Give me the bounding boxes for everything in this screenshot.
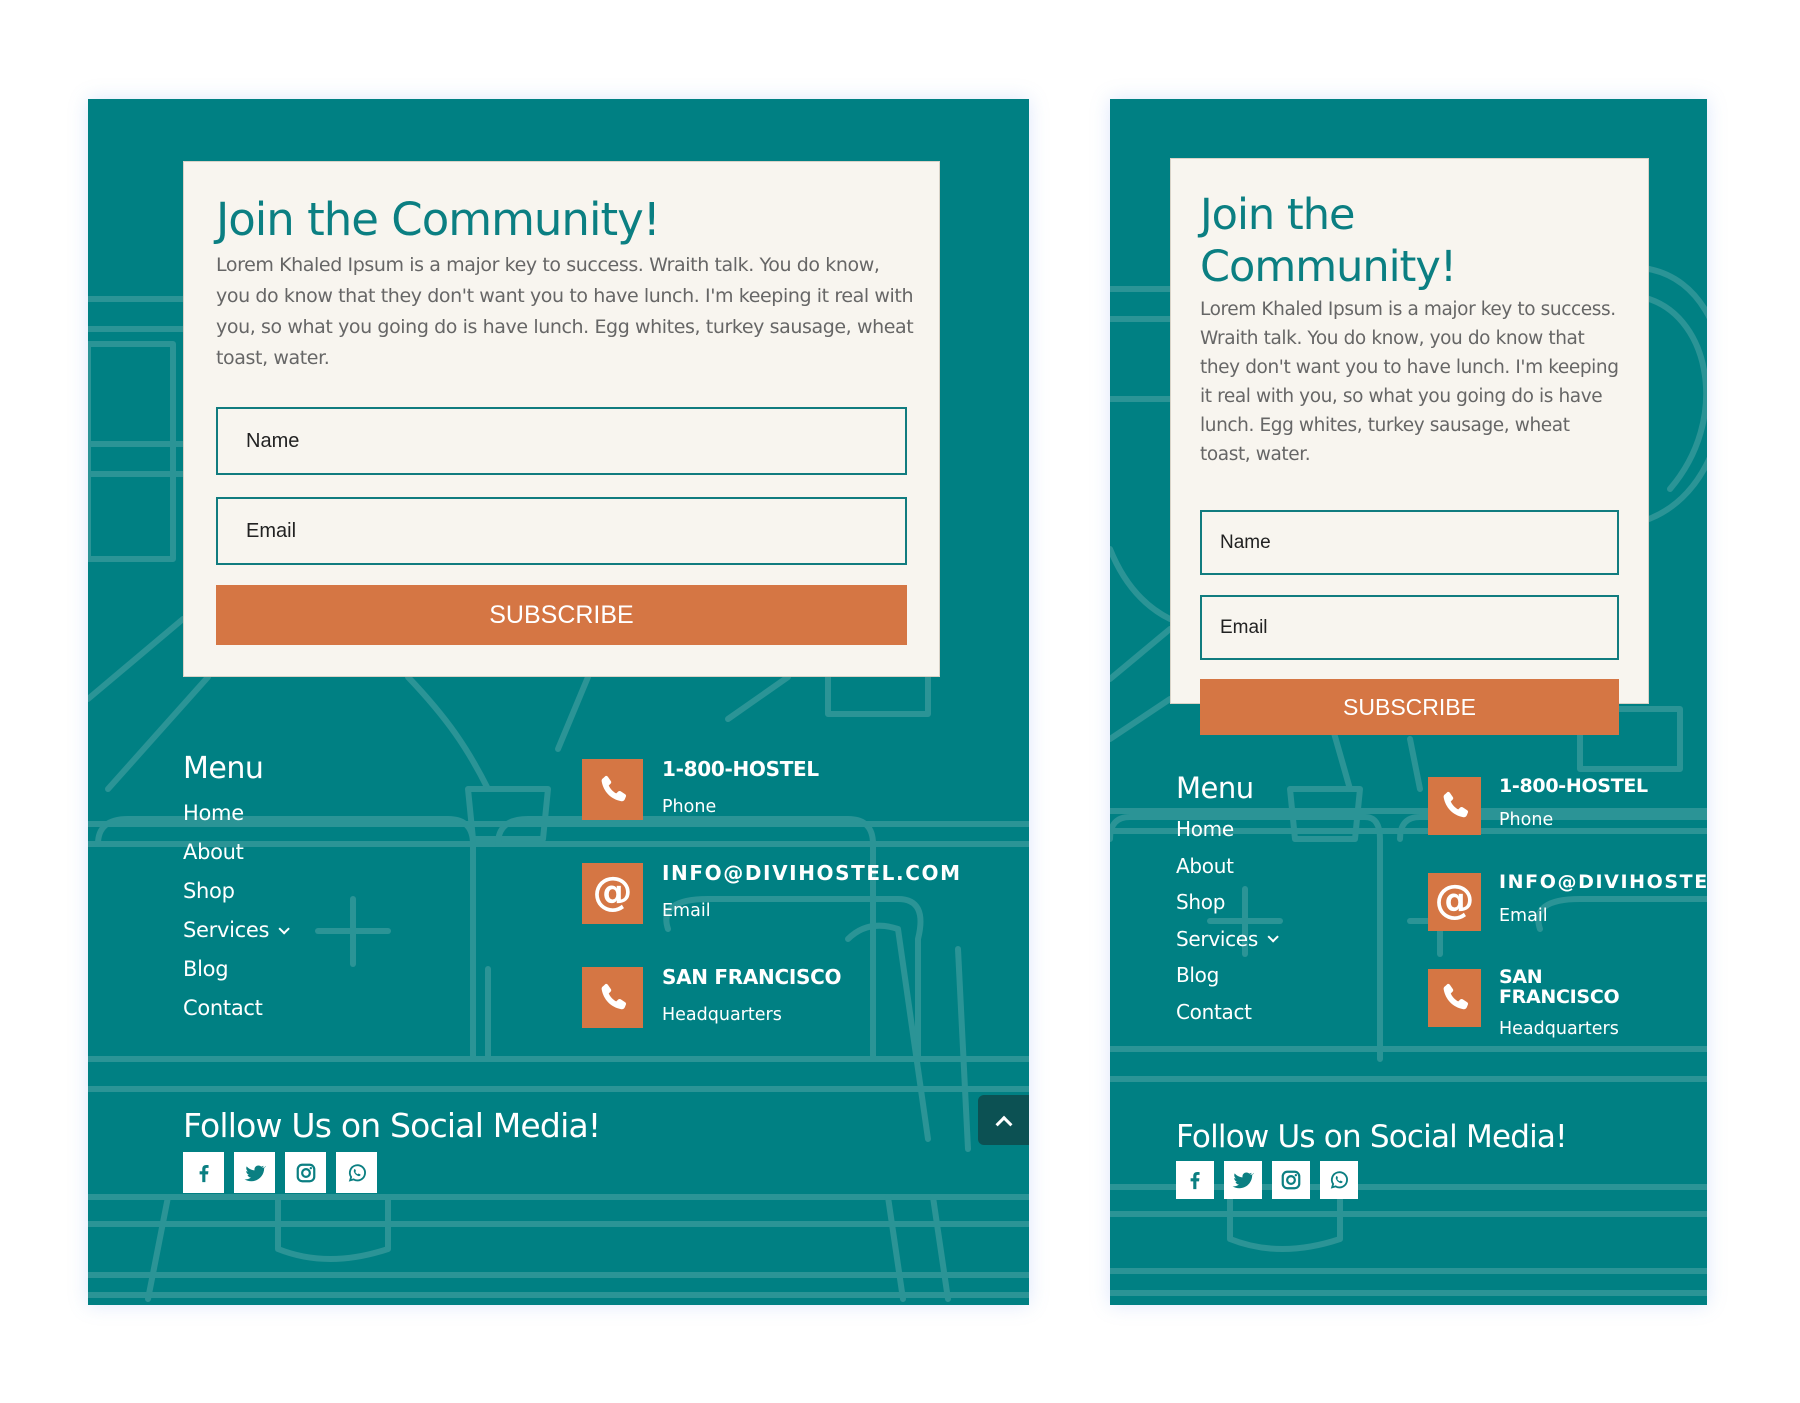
contact-title[interactable]: INFO@DIVIHOSTEL.COM [1499,871,1707,894]
menu-item-label[interactable]: Services [183,911,269,950]
menu-item-label[interactable]: Contact [1176,994,1252,1031]
menu-title: Menu [1176,771,1254,805]
contact-phone: 1-800-HOSTEL Phone [582,757,962,821]
menu-item-label[interactable]: Shop [183,872,235,911]
whatsapp-link[interactable] [336,1152,377,1193]
footer-desktop-preview: Join the Community! Lorem Khaled Ipsum i… [88,99,1029,1305]
menu-item-contact[interactable]: Contact [1176,994,1275,1031]
whatsapp-icon [348,1163,366,1182]
menu-item-label[interactable]: Home [183,794,244,833]
at-icon: @ [582,863,643,924]
menu-item-contact[interactable]: Contact [183,989,286,1028]
footer-mobile-preview: Join the Community! Lorem Khaled Ipsum i… [1110,99,1707,1305]
contact-title: SAN FRANCISCO [662,965,842,989]
contact-subtitle: Email [662,901,711,921]
contact-subtitle: Email [1499,906,1548,926]
twitter-link[interactable] [234,1152,275,1193]
phone-icon [582,759,643,820]
menu-item-services[interactable]: Services [183,911,290,950]
contact-title: 1-800-HOSTEL [662,757,819,781]
facebook-link[interactable] [183,1152,224,1193]
name-input[interactable] [216,407,907,475]
menu-item-home[interactable]: Home [1176,811,1275,848]
contact-subtitle: Headquarters [1499,1019,1619,1039]
phone-icon [582,967,643,1028]
newsletter-description: Lorem Khaled Ipsum is a major key to suc… [216,254,914,369]
contact-title[interactable]: INFO@DIVIHOSTEL.COM [662,861,962,885]
instagram-icon [296,1163,315,1182]
newsletter-description: Lorem Khaled Ipsum is a major key to suc… [1200,299,1619,465]
social-links [183,1152,377,1193]
contact-title: SAN FRANCISCO [1499,966,1620,1008]
contact-subtitle: Phone [1499,810,1554,830]
email-input[interactable] [1200,595,1619,660]
footer-menu: Menu Home About Shop Services Blog Conta… [1176,769,1279,1031]
menu-item-label[interactable]: Home [1176,811,1234,848]
subscribe-button[interactable]: SUBSCRIBE [1200,679,1619,735]
menu-item-label[interactable]: Contact [183,989,263,1028]
twitter-icon [1232,1172,1254,1189]
newsletter-title: Join the Community! [216,193,661,246]
scroll-to-top-button[interactable] [978,1095,1029,1145]
menu-item-label[interactable]: About [183,833,244,872]
menu-item-label[interactable]: Blog [183,950,229,989]
facebook-icon [1190,1172,1200,1190]
whatsapp-link[interactable] [1320,1161,1358,1199]
newsletter-card: Join the Community! Lorem Khaled Ipsum i… [1170,158,1649,735]
twitter-icon [243,1164,266,1181]
social-title: Follow Us on Social Media! [1176,1119,1568,1155]
at-icon: @ [1428,873,1481,931]
contact-phone: 1-800-HOSTEL Phone [1428,775,1707,835]
social-title: Follow Us on Social Media! [183,1106,601,1145]
twitter-link[interactable] [1224,1161,1262,1199]
menu-item-label[interactable]: Services [1176,921,1258,958]
menu-item-shop[interactable]: Shop [183,872,286,911]
menu-item-label[interactable]: About [1176,848,1234,885]
menu-item-label[interactable]: Blog [1176,957,1219,994]
menu-item-services[interactable]: Services [1176,921,1279,958]
facebook-icon [199,1164,209,1182]
newsletter-card: Join the Community! Lorem Khaled Ipsum i… [183,161,940,677]
menu-item-shop[interactable]: Shop [1176,884,1275,921]
contact-headquarters: SAN FRANCISCO Headquarters [582,965,962,1029]
menu-item-about[interactable]: About [1176,848,1275,885]
subscribe-button[interactable]: SUBSCRIBE [216,585,907,645]
menu-item-home[interactable]: Home [183,794,286,833]
phone-icon [1428,969,1481,1027]
instagram-icon [1281,1170,1301,1190]
contact-subtitle: Headquarters [662,1005,782,1025]
facebook-link[interactable] [1176,1161,1214,1199]
menu-title: Menu [183,751,264,786]
contact-subtitle: Phone [662,797,717,817]
email-input[interactable] [216,497,907,565]
contact-email: @ INFO@DIVIHOSTEL.COM Email [582,861,962,925]
whatsapp-icon [1330,1171,1348,1189]
chevron-down-icon[interactable] [278,922,290,935]
chevron-up-icon [995,1115,1012,1133]
phone-icon [1428,777,1481,835]
contact-info: 1-800-HOSTEL Phone @ INFO@DIVIHOSTEL.COM… [582,757,962,1071]
contact-title: 1-800-HOSTEL [1499,775,1648,797]
instagram-link[interactable] [1272,1161,1310,1199]
contact-email: @ INFO@DIVIHOSTEL.COM Email [1428,871,1707,931]
menu-item-label[interactable]: Shop [1176,884,1225,921]
menu-item-blog[interactable]: Blog [1176,957,1275,994]
menu-item-about[interactable]: About [183,833,286,872]
contact-info: 1-800-HOSTEL Phone @ INFO@DIVIHOSTEL.COM… [1428,775,1707,1079]
social-links [1176,1161,1358,1199]
chevron-down-icon[interactable] [1267,930,1279,943]
name-input[interactable] [1200,510,1619,575]
newsletter-title: Join the Community! [1200,190,1457,292]
contact-headquarters: SAN FRANCISCO Headquarters [1428,966,1707,1041]
instagram-link[interactable] [285,1152,326,1193]
footer-menu: Menu Home About Shop Services Blog Conta… [183,749,290,1028]
menu-item-blog[interactable]: Blog [183,950,286,989]
